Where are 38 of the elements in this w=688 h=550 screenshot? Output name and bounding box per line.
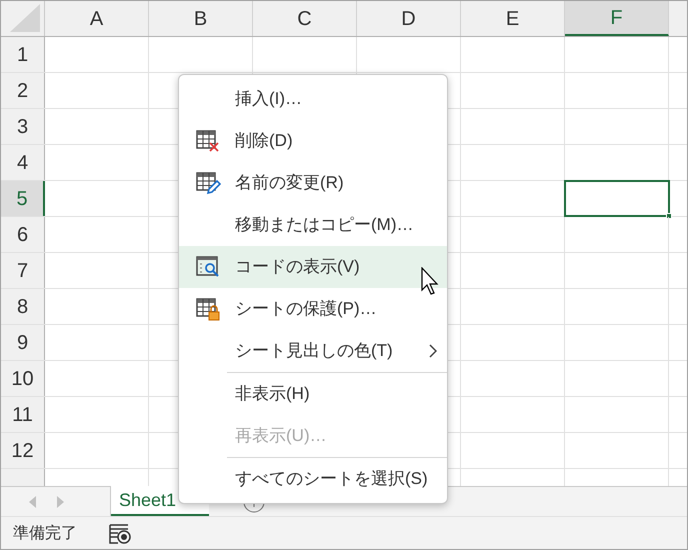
menu-item[interactable]: 非表示(H) (179, 373, 447, 415)
menu-item[interactable]: シートの保護(P)… (179, 288, 447, 330)
scroll-right-icon[interactable] (57, 496, 65, 508)
row-header[interactable]: 7 (1, 253, 45, 288)
active-cell[interactable] (564, 180, 670, 217)
delete-table-icon (195, 129, 221, 153)
mouse-pointer-icon (421, 267, 441, 297)
row-header[interactable]: 8 (1, 289, 45, 324)
macro-record-icon[interactable] (109, 524, 131, 544)
view-code-icon (195, 255, 221, 279)
row-header[interactable]: 6 (1, 217, 45, 252)
chevron-right-icon (429, 344, 437, 358)
row-header[interactable]: 3 (1, 109, 45, 144)
column-header[interactable]: A (45, 1, 149, 36)
column-header[interactable]: B (149, 1, 253, 36)
row-header[interactable]: 10 (1, 361, 45, 396)
scroll-left-icon[interactable] (29, 496, 37, 508)
row-header[interactable]: 2 (1, 73, 45, 108)
rename-table-icon (195, 171, 221, 195)
row-header[interactable]: 1 (1, 37, 45, 72)
row-header[interactable]: 4 (1, 145, 45, 180)
menu-item[interactable]: シート見出しの色(T) (179, 330, 447, 372)
column-header[interactable]: D (357, 1, 461, 36)
menu-item[interactable]: 名前の変更(R) (179, 162, 447, 204)
menu-item[interactable]: 挿入(I)… (179, 78, 447, 120)
menu-item[interactable]: 削除(D) (179, 120, 447, 162)
select-all-icon[interactable] (10, 4, 40, 32)
row-header[interactable]: 12 (1, 433, 45, 468)
column-header[interactable]: F (565, 1, 669, 36)
row-header[interactable]: 5 (1, 181, 45, 216)
fill-handle[interactable] (666, 213, 672, 219)
column-header[interactable]: C (253, 1, 357, 36)
protect-sheet-icon (195, 297, 221, 321)
menu-item[interactable]: コードの表示(V) (179, 246, 447, 288)
menu-item[interactable]: 移動またはコピー(M)… (179, 204, 447, 246)
row-header[interactable]: 11 (1, 397, 45, 432)
status-text: 準備完了 (13, 524, 77, 544)
row-header[interactable]: 9 (1, 325, 45, 360)
